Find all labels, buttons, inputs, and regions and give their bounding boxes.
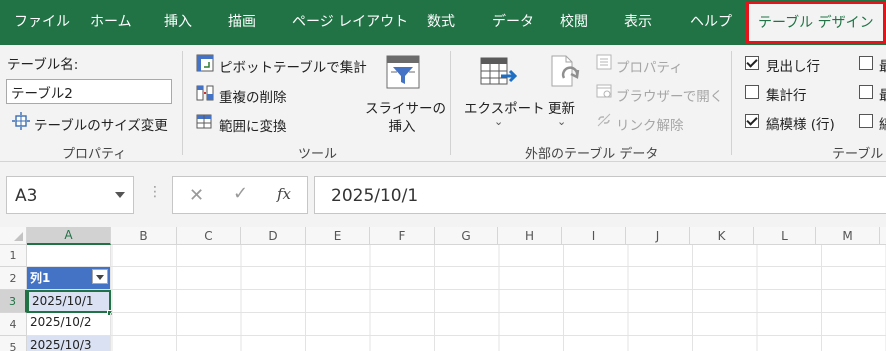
column-header-a[interactable]: A — [27, 227, 111, 245]
column-header-j[interactable]: J — [626, 227, 690, 245]
export-dropdown-chevron-icon[interactable]: ⌄ — [494, 115, 503, 128]
open-in-browser-button[interactable]: ブラウザーで開く — [616, 85, 723, 105]
insert-slicer-button-line2[interactable]: 挿入 — [365, 115, 439, 135]
properties-group-label: プロパティ — [62, 147, 127, 162]
external-properties-button[interactable]: プロパティ — [616, 56, 683, 76]
tab-home[interactable]: ホーム — [90, 0, 132, 45]
column-header-b[interactable]: B — [111, 227, 177, 245]
formula-input-value: 2025/10/1 — [331, 186, 419, 206]
convert-to-range-button[interactable]: 範囲に変換 — [219, 115, 287, 135]
unlink-button[interactable]: リンク解除 — [616, 114, 684, 134]
column-header-g[interactable]: G — [435, 227, 498, 245]
first-column-checkbox[interactable] — [859, 56, 873, 70]
formula-bar-grip-icon[interactable]: ⋮ — [148, 184, 162, 200]
pivot-table-summary-button[interactable]: ピボットテーブルで集計 — [219, 56, 367, 76]
table-name-input[interactable] — [6, 79, 172, 104]
name-box[interactable]: A3 — [6, 176, 134, 214]
tab-draw[interactable]: 描画 — [228, 0, 256, 45]
tab-review[interactable]: 校閲 — [560, 0, 588, 45]
column-header-d[interactable]: D — [241, 227, 306, 245]
tools-group-label: ツール — [298, 147, 338, 162]
properties-icon — [596, 54, 612, 70]
column-header-e[interactable]: E — [306, 227, 370, 245]
banded-columns-label: 縞 — [879, 117, 886, 133]
unlink-icon — [597, 113, 611, 127]
last-column-label: 最 — [879, 88, 886, 104]
name-box-dropdown-icon[interactable] — [115, 192, 125, 198]
row-header-3[interactable]: 3 — [0, 290, 27, 313]
refresh-dropdown-chevron-icon[interactable]: ⌄ — [557, 115, 566, 128]
table-style-options-group-label: テーブル — [832, 147, 884, 162]
remove-duplicates-icon — [196, 85, 214, 101]
resize-table-button[interactable]: テーブルのサイズ変更 — [34, 114, 168, 134]
header-row-label: 見出し行 — [766, 59, 820, 75]
tab-file[interactable]: ファイル — [14, 0, 70, 45]
table-header-label: 列1 — [30, 271, 51, 285]
formula-bar: A3 ⋮ ✕ ✓ fx 2025/10/1 — [0, 162, 886, 227]
select-all-button[interactable] — [0, 227, 27, 245]
tab-view[interactable]: 表示 — [624, 0, 652, 45]
ribbon: テーブル名: テーブルのサイズ変更 プロパティ ピボットテーブルで集計 重複の削… — [0, 45, 886, 162]
tab-table-design[interactable]: テーブル デザイン — [746, 1, 886, 44]
formula-bar-buttons: ✕ ✓ fx — [172, 176, 308, 214]
group-divider — [731, 51, 732, 155]
worksheet-grid: A B C D E F G H I J K L M 1 2 3 4 5 列1 2… — [0, 227, 886, 351]
column-header-c[interactable]: C — [177, 227, 241, 245]
refresh-icon — [551, 55, 580, 87]
refresh-button[interactable]: 更新 — [548, 97, 575, 117]
empty-grid-area[interactable] — [111, 245, 886, 351]
export-button[interactable]: エクスポート — [464, 97, 545, 117]
insert-slicer-button-line1[interactable]: スライサーの — [365, 97, 446, 117]
column-header-i[interactable]: I — [562, 227, 626, 245]
tab-formulas[interactable]: 数式 — [427, 0, 455, 45]
last-column-checkbox[interactable] — [859, 85, 873, 99]
banded-columns-checkbox[interactable] — [859, 114, 873, 128]
first-column-label: 最 — [879, 59, 886, 75]
resize-table-icon — [12, 112, 30, 130]
filter-dropdown-icon[interactable] — [92, 269, 108, 284]
pivot-table-icon — [196, 54, 214, 72]
insert-function-icon[interactable]: fx — [277, 185, 291, 203]
total-row-label: 集計行 — [766, 88, 807, 104]
formula-input[interactable]: 2025/10/1 — [314, 176, 886, 214]
group-divider — [182, 51, 183, 155]
row-header-2[interactable]: 2 — [0, 267, 27, 290]
cell-a5[interactable]: 2025/10/3 — [27, 336, 111, 351]
row-header-4[interactable]: 4 — [0, 313, 27, 336]
cell-a1[interactable] — [27, 245, 111, 267]
cancel-icon[interactable]: ✕ — [189, 185, 204, 206]
column-header-l[interactable]: L — [754, 227, 816, 245]
external-data-group-label: 外部のテーブル データ — [525, 147, 659, 162]
banded-rows-checkbox[interactable] — [745, 114, 759, 128]
column-header-m[interactable]: M — [816, 227, 880, 245]
column-header-k[interactable]: K — [690, 227, 754, 245]
tab-insert[interactable]: 挿入 — [164, 0, 192, 45]
cell-a4[interactable]: 2025/10/2 — [27, 313, 111, 336]
column-header-overflow — [880, 227, 886, 245]
header-row-checkbox[interactable] — [745, 56, 759, 70]
row-header-1[interactable]: 1 — [0, 245, 27, 267]
slicer-icon — [386, 55, 420, 89]
enter-icon[interactable]: ✓ — [233, 183, 248, 204]
ribbon-tab-bar: ファイル ホーム 挿入 描画 ページ レイアウト 数式 データ 校閲 表示 ヘル… — [0, 0, 886, 45]
total-row-checkbox[interactable] — [745, 85, 759, 99]
convert-to-range-icon — [196, 114, 212, 129]
banded-rows-label: 縞模様 (行) — [766, 117, 835, 133]
tab-help[interactable]: ヘルプ — [690, 0, 732, 45]
column-header-f[interactable]: F — [370, 227, 435, 245]
table-header-cell[interactable]: 列1 — [27, 267, 111, 290]
tab-page-layout[interactable]: ページ レイアウト — [292, 0, 408, 45]
column-header-h[interactable]: H — [498, 227, 562, 245]
name-box-value: A3 — [15, 186, 38, 206]
group-divider — [450, 51, 451, 155]
remove-duplicates-button[interactable]: 重複の削除 — [219, 86, 287, 106]
table-name-label: テーブル名: — [7, 57, 79, 73]
cell-a3[interactable]: 2025/10/1 — [27, 290, 111, 313]
open-in-browser-icon — [596, 84, 612, 98]
tab-data[interactable]: データ — [492, 0, 534, 45]
export-icon — [480, 57, 518, 85]
row-header-5[interactable]: 5 — [0, 336, 27, 351]
